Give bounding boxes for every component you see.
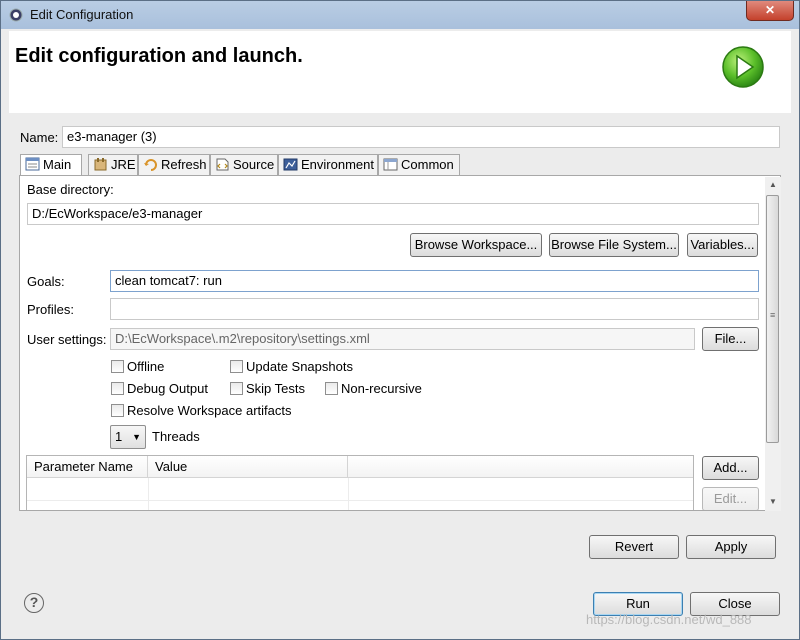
- resolve-workspace-checkbox[interactable]: [111, 404, 124, 417]
- threads-value: 1: [115, 429, 123, 444]
- window-close-button[interactable]: ✕: [746, 1, 794, 21]
- main-tab-panel: Base directory: D:/EcWorkspace/e3-manage…: [19, 175, 781, 511]
- offline-label: Offline: [127, 359, 165, 374]
- watermark: https://blog.csdn.net/wd_888: [586, 612, 752, 627]
- grip-icon: ≡: [770, 310, 776, 320]
- window-title: Edit Configuration: [30, 7, 134, 22]
- tab-jre-label: JRE: [111, 157, 136, 172]
- jre-icon: [94, 158, 107, 171]
- offline-checkbox[interactable]: [111, 360, 124, 373]
- non-recursive-label: Non-recursive: [341, 381, 422, 396]
- browse-file-system-button[interactable]: Browse File System...: [549, 233, 679, 257]
- debug-output-label: Debug Output: [127, 381, 208, 396]
- parameters-table: Parameter Name Value: [26, 455, 694, 510]
- title-bar: Edit Configuration ✕: [1, 1, 799, 29]
- name-field[interactable]: e3-manager (3): [62, 126, 780, 148]
- threads-label: Threads: [152, 429, 200, 444]
- tab-refresh-label: Refresh: [161, 157, 207, 172]
- add-parameter-button[interactable]: Add...: [702, 456, 759, 480]
- profiles-label: Profiles:: [27, 302, 74, 317]
- dialog-header: Edit configuration and launch.: [9, 31, 791, 114]
- revert-button[interactable]: Revert: [589, 535, 679, 559]
- variables-button[interactable]: Variables...: [687, 233, 758, 257]
- browse-workspace-button[interactable]: Browse Workspace...: [410, 233, 542, 257]
- resolve-workspace-label: Resolve Workspace artifacts: [127, 403, 292, 418]
- goals-field[interactable]: clean tomcat7: run: [110, 270, 759, 292]
- source-icon: [216, 158, 229, 171]
- update-snapshots-checkbox[interactable]: [230, 360, 243, 373]
- profiles-field[interactable]: [110, 298, 759, 320]
- base-directory-field[interactable]: D:/EcWorkspace/e3-manager: [27, 203, 759, 225]
- refresh-icon: [144, 159, 157, 171]
- tab-environment-label: Environment: [301, 157, 374, 172]
- tab-source[interactable]: Source: [210, 154, 278, 175]
- file-button[interactable]: File...: [702, 327, 759, 351]
- tab-common[interactable]: Common: [378, 154, 460, 175]
- tab-refresh[interactable]: Refresh: [138, 154, 210, 175]
- tab-source-label: Source: [233, 157, 275, 172]
- parameter-name-header[interactable]: Parameter Name: [27, 456, 148, 478]
- tab-main[interactable]: Main: [20, 154, 82, 177]
- value-header[interactable]: Value: [148, 456, 348, 478]
- main-tab-icon: [25, 157, 40, 171]
- skip-tests-checkbox[interactable]: [230, 382, 243, 395]
- skip-tests-label: Skip Tests: [246, 381, 306, 396]
- vertical-scrollbar[interactable]: ▲ ≡ ▼: [765, 177, 781, 511]
- scroll-down-icon[interactable]: ▼: [769, 497, 777, 506]
- column-divider: [148, 478, 149, 510]
- non-recursive-checkbox[interactable]: [325, 382, 338, 395]
- chevron-down-icon: ▼: [132, 432, 141, 442]
- eclipse-gear-icon: [9, 8, 23, 22]
- table-row[interactable]: [27, 478, 693, 501]
- tab-common-label: Common: [401, 157, 454, 172]
- update-snapshots-label: Update Snapshots: [246, 359, 353, 374]
- tab-jre[interactable]: JRE: [88, 154, 138, 175]
- empty-header: [348, 456, 693, 478]
- header-title: Edit configuration and launch.: [15, 45, 303, 67]
- scrollbar-thumb[interactable]: ≡: [766, 195, 779, 443]
- base-directory-label: Base directory:: [27, 182, 114, 197]
- help-icon[interactable]: ?: [24, 593, 44, 613]
- run-icon: [722, 46, 764, 88]
- edit-parameter-button[interactable]: Edit...: [702, 487, 759, 510]
- debug-output-checkbox[interactable]: [111, 382, 124, 395]
- table-row[interactable]: [27, 500, 693, 510]
- tab-environment[interactable]: Environment: [278, 154, 378, 175]
- column-divider: [348, 478, 349, 510]
- goals-label: Goals:: [27, 274, 65, 289]
- user-settings-field[interactable]: D:\EcWorkspace\.m2\repository\settings.x…: [110, 328, 695, 350]
- scroll-up-icon[interactable]: ▲: [769, 180, 777, 189]
- edit-configuration-window: Edit Configuration ✕ Edit configuration …: [0, 0, 800, 640]
- user-settings-label: User settings:: [27, 332, 107, 347]
- common-icon: [383, 158, 398, 171]
- tab-main-label: Main: [43, 157, 72, 172]
- threads-select[interactable]: 1 ▼: [110, 425, 146, 449]
- apply-button[interactable]: Apply: [686, 535, 776, 559]
- name-label: Name:: [20, 130, 59, 145]
- environment-icon: [283, 158, 298, 171]
